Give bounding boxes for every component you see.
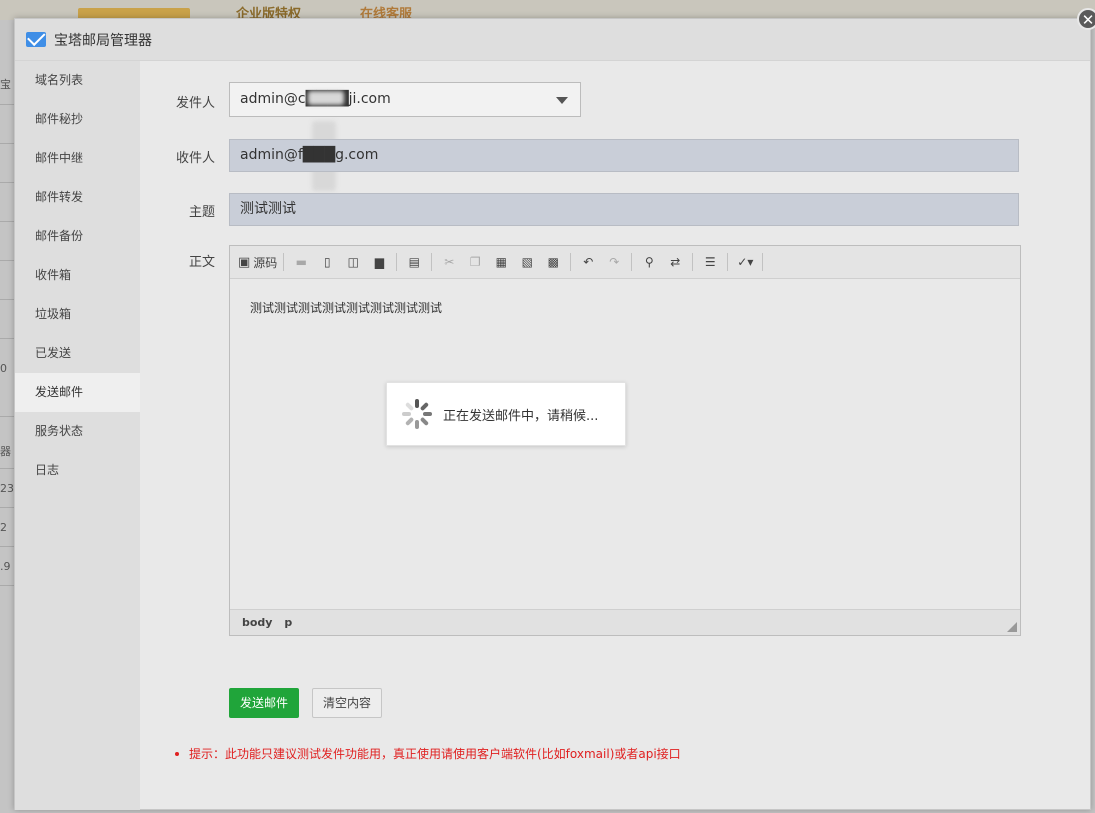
- toolbar-separator: [631, 253, 633, 271]
- sidebar-item-inbox[interactable]: 收件箱: [15, 256, 140, 295]
- sidebar-item-mail-bcc[interactable]: 邮件秘抄: [15, 100, 140, 139]
- mail-icon: [26, 32, 46, 47]
- spellcheck-icon[interactable]: ✓▾: [734, 251, 756, 273]
- background-divider: [0, 338, 14, 339]
- usage-tip: 提示：此功能只建议测试发件功能用，真正使用请使用客户端软件(比如foxmail)…: [175, 745, 681, 762]
- background-divider: [0, 143, 14, 144]
- templates-icon[interactable]: ▤: [403, 251, 425, 273]
- tip-text: 提示：此功能只建议测试发件功能用，真正使用请使用客户端软件(比如foxmail)…: [189, 747, 681, 761]
- background-divider: [0, 416, 14, 417]
- recipient-label: 收件人: [175, 151, 215, 166]
- sidebar-item-mail-forward[interactable]: 邮件转发: [15, 178, 140, 217]
- undo-icon[interactable]: ↶: [577, 251, 599, 273]
- sidebar-item-logs[interactable]: 日志: [15, 451, 140, 490]
- sending-loading-dialog: 正在发送邮件中，请稍候...: [386, 382, 626, 446]
- source-icon: ▣: [238, 254, 251, 270]
- toolbar-separator: [431, 253, 433, 271]
- paste-word-icon[interactable]: ▩: [542, 251, 564, 273]
- print-icon[interactable]: ▆: [368, 251, 390, 273]
- background-divider: [0, 546, 14, 547]
- recipient-input[interactable]: admin@f███g.com: [229, 139, 1019, 172]
- sidebar-item-spam[interactable]: 垃圾箱: [15, 295, 140, 334]
- path-item-body[interactable]: body: [242, 616, 272, 629]
- paste-text-icon[interactable]: ▧: [516, 251, 538, 273]
- redo-icon[interactable]: ↷: [603, 251, 625, 273]
- source-button[interactable]: ▣ 源码: [238, 251, 277, 273]
- sidebar-item-mail-relay[interactable]: 邮件中继: [15, 139, 140, 178]
- body-label: 正文: [188, 255, 215, 270]
- background-divider: [0, 507, 14, 508]
- background-edge-text: 器: [0, 445, 11, 458]
- select-all-icon[interactable]: ☰: [699, 251, 721, 273]
- background-edge-text: .9: [0, 560, 11, 573]
- sender-select[interactable]: admin@c████ji.com: [229, 82, 581, 117]
- loading-text: 正在发送邮件中，请稍候...: [443, 408, 599, 424]
- editor-element-path: body p: [230, 609, 1020, 635]
- source-label: 源码: [253, 255, 278, 270]
- save-icon[interactable]: ▬: [290, 251, 312, 273]
- toolbar-separator: [727, 253, 729, 271]
- sidebar-item-mail-backup[interactable]: 邮件备份: [15, 217, 140, 256]
- background-divider: [0, 260, 14, 261]
- chevron-down-icon: [556, 97, 568, 104]
- sidebar-item-sent[interactable]: 已发送: [15, 334, 140, 373]
- redaction-blur: [308, 91, 344, 105]
- background-edge-text: 23: [0, 482, 14, 495]
- subject-input[interactable]: 测试测试: [229, 193, 1019, 226]
- copy-icon[interactable]: ❐: [464, 251, 486, 273]
- preview-icon[interactable]: ◫: [342, 251, 364, 273]
- editor-toolbar: ▣ 源码 ▬ ▯ ◫ ▆ ▤ ✂ ❐ ▦ ▧ ▩ ↶ ↷ ⚲ ⇄ ☰ ✓▾: [230, 246, 1020, 279]
- background-divider: [0, 468, 14, 469]
- background-divider: [0, 221, 14, 222]
- toolbar-separator: [762, 253, 764, 271]
- cut-icon[interactable]: ✂: [438, 251, 460, 273]
- dialog-header: 宝塔邮局管理器: [15, 19, 1090, 61]
- sender-label: 发件人: [175, 96, 215, 111]
- background-divider: [0, 299, 14, 300]
- background-edge-text: 0: [0, 362, 7, 375]
- background-edge-text: 2: [0, 521, 7, 534]
- new-page-icon[interactable]: ▯: [316, 251, 338, 273]
- sidebar-item-service-status[interactable]: 服务状态: [15, 412, 140, 451]
- loading-spinner-icon: [401, 398, 433, 430]
- paste-icon[interactable]: ▦: [490, 251, 512, 273]
- clear-content-button[interactable]: 清空内容: [312, 688, 382, 718]
- subject-label: 主题: [188, 205, 215, 220]
- toolbar-separator: [692, 253, 694, 271]
- background-edge-text: 宝: [0, 78, 11, 91]
- background-divider: [0, 585, 14, 586]
- toolbar-separator: [570, 253, 572, 271]
- path-item-p[interactable]: p: [284, 616, 292, 629]
- send-mail-button[interactable]: 发送邮件: [229, 688, 299, 718]
- sidebar: 域名列表 邮件秘抄 邮件中继 邮件转发 邮件备份 收件箱 垃圾箱 已发送 发送邮…: [15, 61, 140, 810]
- background-divider: [0, 182, 14, 183]
- toolbar-separator: [396, 253, 398, 271]
- resize-handle[interactable]: [1007, 622, 1017, 632]
- background-divider: [0, 104, 14, 105]
- sidebar-item-domain-list[interactable]: 域名列表: [15, 61, 140, 100]
- dialog-title: 宝塔邮局管理器: [54, 32, 152, 49]
- bullet-icon: [175, 751, 179, 756]
- close-icon[interactable]: ✕: [1077, 8, 1095, 30]
- toolbar-separator: [283, 253, 285, 271]
- sidebar-item-send-mail[interactable]: 发送邮件: [15, 373, 140, 412]
- replace-icon[interactable]: ⇄: [664, 251, 686, 273]
- find-icon[interactable]: ⚲: [638, 251, 660, 273]
